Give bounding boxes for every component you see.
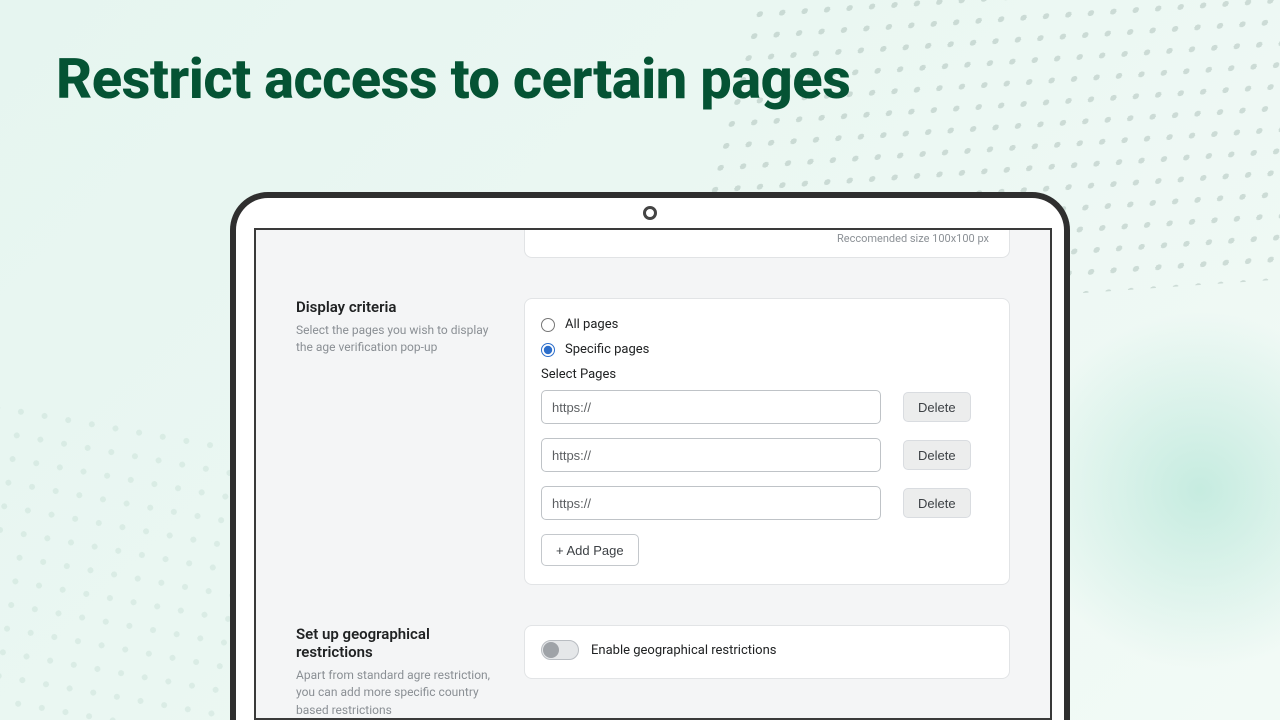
page-url-input[interactable]: [541, 486, 881, 520]
page-row: Delete: [541, 486, 993, 520]
add-page-button[interactable]: + Add Page: [541, 534, 639, 566]
page-title: Restrict access to certain pages: [56, 46, 850, 112]
radio-all-pages[interactable]: All pages: [541, 317, 993, 332]
geo-toggle[interactable]: [541, 640, 579, 660]
recommended-size-hint: Reccomended size 100x100 px: [837, 232, 989, 245]
page-url-input[interactable]: [541, 438, 881, 472]
delete-page-button[interactable]: Delete: [903, 440, 971, 470]
display-criteria-card: All pages Specific pages Select Pages De…: [524, 298, 1010, 585]
radio-all-pages-input[interactable]: [541, 318, 555, 332]
geo-restrictions-heading: Set up geographical restrictions: [296, 625, 500, 661]
delete-page-button[interactable]: Delete: [903, 488, 971, 518]
geo-toggle-label: Enable geographical restrictions: [591, 643, 776, 658]
radio-specific-pages[interactable]: Specific pages: [541, 342, 993, 357]
page-row: Delete: [541, 390, 993, 424]
select-pages-label: Select Pages: [541, 367, 993, 382]
toggle-knob-icon: [543, 642, 559, 658]
radio-all-pages-label: All pages: [565, 317, 618, 332]
upper-card-partial: Reccomended size 100x100 px: [524, 230, 1010, 258]
screen: Reccomended size 100x100 px Display crit…: [254, 228, 1052, 720]
radio-specific-pages-input[interactable]: [541, 343, 555, 357]
delete-page-button[interactable]: Delete: [903, 392, 971, 422]
display-criteria-description: Select the pages you wish to display the…: [296, 322, 500, 357]
display-criteria-heading: Display criteria: [296, 298, 500, 316]
camera-icon: [643, 206, 657, 220]
geo-restrictions-card: Enable geographical restrictions: [524, 625, 1010, 679]
geo-restrictions-description: Apart from standard agre restriction, yo…: [296, 667, 500, 719]
radio-specific-pages-label: Specific pages: [565, 342, 649, 357]
page-row: Delete: [541, 438, 993, 472]
laptop-frame: Reccomended size 100x100 px Display crit…: [230, 192, 1070, 720]
page-url-input[interactable]: [541, 390, 881, 424]
